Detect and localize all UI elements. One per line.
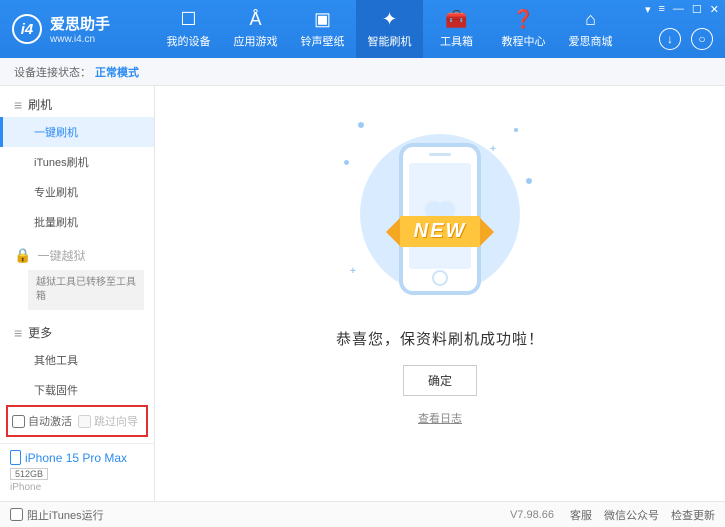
nav-label: 工具箱 — [440, 33, 473, 49]
logo-area: i4 爱思助手 www.i4.cn — [0, 13, 155, 45]
top-nav-item[interactable]: ❓ 教程中心 — [490, 0, 557, 58]
nav-label: 应用游戏 — [234, 33, 278, 49]
block-itunes-checkbox[interactable]: 阻止iTunes运行 — [10, 507, 104, 523]
footer-link[interactable]: 客服 — [570, 507, 592, 523]
version-label: V7.98.66 — [510, 509, 554, 521]
nav-label: 爱思商城 — [569, 33, 613, 49]
nav-icon: ✦ — [382, 9, 397, 30]
titlebar-button[interactable]: ≡ — [658, 3, 664, 16]
status-mode: 正常模式 — [95, 64, 139, 80]
user-icon[interactable]: ○ — [691, 28, 713, 50]
sidebar-section-header[interactable]: 🔒一键越狱 — [0, 237, 154, 268]
auto-activate-checkbox[interactable]: 自动激活 — [12, 413, 72, 429]
new-ribbon: NEW — [386, 216, 495, 247]
top-nav-item[interactable]: Å 应用游戏 — [222, 0, 289, 58]
sidebar-item[interactable]: iTunes刷机 — [0, 147, 154, 177]
chevron-icon: ≡ — [14, 325, 22, 341]
checkbox-highlight-box: 自动激活 跳过向导 — [6, 405, 148, 437]
sidebar-item[interactable]: 一键刷机 — [0, 117, 154, 147]
nav-label: 智能刷机 — [368, 33, 412, 49]
footer-link[interactable]: 检查更新 — [671, 507, 715, 523]
view-log-link[interactable]: 查看日志 — [418, 410, 462, 426]
nav-label: 我的设备 — [167, 33, 211, 49]
sidebar-item[interactable]: 批量刷机 — [0, 207, 154, 237]
ok-button[interactable]: 确定 — [403, 365, 477, 396]
success-message: 恭喜您，保资料刷机成功啦！ — [336, 328, 544, 349]
device-info: iPhone 15 Pro Max 512GB iPhone — [0, 443, 154, 501]
top-nav-item[interactable]: ✦ 智能刷机 — [356, 0, 423, 58]
lock-icon: 🔒 — [14, 247, 31, 264]
nav-label: 铃声壁纸 — [301, 33, 345, 49]
footer: 阻止iTunes运行 V7.98.66 客服微信公众号检查更新 — [0, 501, 725, 527]
sidebar-item[interactable]: 其他工具 — [0, 345, 154, 375]
app-subtitle: www.i4.cn — [50, 34, 110, 45]
sidebar-note: 越狱工具已转移至工具箱 — [28, 270, 144, 310]
nav-icon: ❓ — [512, 9, 534, 30]
top-nav-item[interactable]: ☐ 我的设备 — [155, 0, 222, 58]
titlebar-button[interactable]: ☐ — [692, 3, 702, 16]
skip-guide-checkbox[interactable]: 跳过向导 — [78, 413, 138, 429]
nav-label: 教程中心 — [502, 33, 546, 49]
download-icon[interactable]: ↓ — [659, 28, 681, 50]
main-content: ++ NEW 恭喜您，保资料刷机成功啦！ 确定 查看日志 — [155, 86, 725, 501]
status-label: 设备连接状态： — [14, 64, 91, 80]
status-bar: 设备连接状态： 正常模式 — [0, 58, 725, 86]
header-actions: ↓ ○ — [659, 28, 713, 50]
sidebar-item[interactable]: 专业刷机 — [0, 177, 154, 207]
nav-icon: Å — [249, 9, 261, 30]
nav-icon: 🧰 — [445, 9, 467, 30]
top-nav: ☐ 我的设备 Å 应用游戏 ▣ 铃声壁纸 ✦ 智能刷机 🧰 工具箱 ❓ 教程中心 ⌂ 爱思商城 — [155, 0, 725, 58]
body: ≡刷机一键刷机iTunes刷机专业刷机批量刷机🔒一键越狱越狱工具已转移至工具箱 ≡… — [0, 86, 725, 501]
titlebar: ▾ ≡ — ☐ ✕ — [645, 3, 719, 16]
sidebar: ≡刷机一键刷机iTunes刷机专业刷机批量刷机🔒一键越狱越狱工具已转移至工具箱 ≡… — [0, 86, 155, 501]
top-nav-item[interactable]: ⌂ 爱思商城 — [557, 0, 624, 58]
device-type: iPhone — [10, 482, 144, 493]
nav-icon: ▣ — [314, 9, 331, 30]
storage-badge: 512GB — [10, 468, 48, 480]
success-illustration: ++ NEW — [340, 116, 540, 306]
titlebar-button[interactable]: ▾ — [645, 3, 651, 16]
header: i4 爱思助手 www.i4.cn ☐ 我的设备 Å 应用游戏 ▣ 铃声壁纸 ✦ 智能刷机 🧰 工… — [0, 0, 725, 58]
footer-links: 客服微信公众号检查更新 — [570, 507, 715, 523]
device-name[interactable]: iPhone 15 Pro Max — [10, 450, 144, 465]
nav-icon: ⌂ — [585, 9, 596, 30]
top-nav-item[interactable]: ▣ 铃声壁纸 — [289, 0, 356, 58]
footer-link[interactable]: 微信公众号 — [604, 507, 659, 523]
nav-icon: ☐ — [180, 9, 196, 30]
sidebar-section-header[interactable]: ≡刷机 — [0, 86, 154, 117]
chevron-icon: ≡ — [14, 97, 22, 113]
app-title: 爱思助手 — [50, 13, 110, 34]
top-nav-item[interactable]: 🧰 工具箱 — [423, 0, 490, 58]
sidebar-section-header[interactable]: ≡更多 — [0, 314, 154, 345]
titlebar-button[interactable]: ✕ — [710, 3, 719, 16]
titlebar-button[interactable]: — — [673, 3, 684, 16]
sidebar-item[interactable]: 下载固件 — [0, 375, 154, 399]
phone-icon — [10, 450, 21, 465]
logo-icon: i4 — [12, 14, 42, 44]
